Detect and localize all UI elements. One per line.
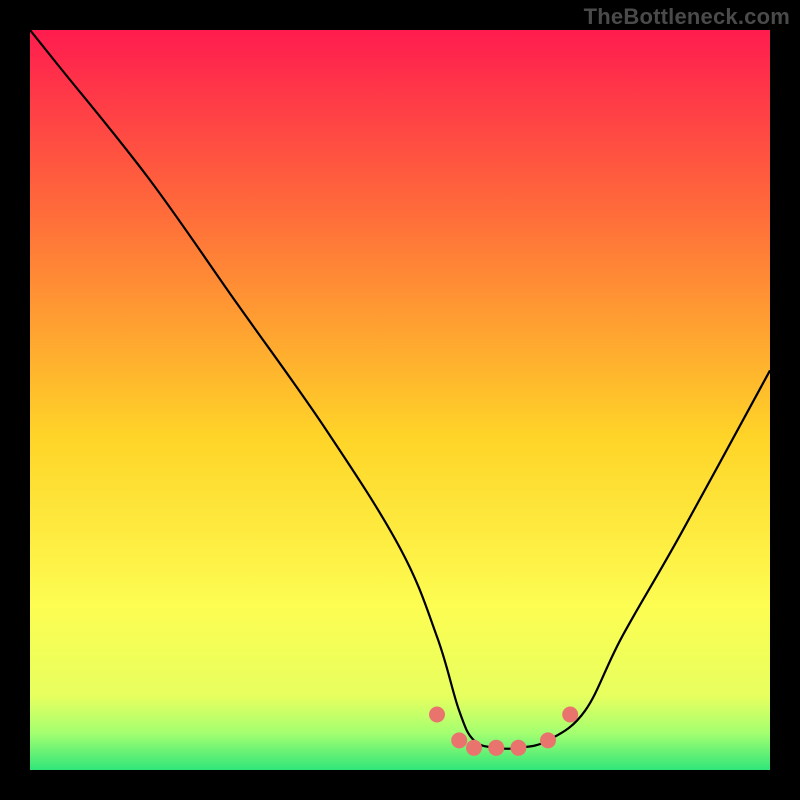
optimal-marker (540, 732, 556, 748)
watermark-text: TheBottleneck.com (584, 4, 790, 30)
bottleneck-curve (30, 30, 770, 749)
plot-area (30, 30, 770, 770)
optimal-marker (451, 732, 467, 748)
optimal-marker (488, 740, 504, 756)
chart-container: TheBottleneck.com (0, 0, 800, 800)
optimal-marker (429, 707, 445, 723)
curve-layer (30, 30, 770, 770)
optimal-marker (466, 740, 482, 756)
optimal-marker (562, 707, 578, 723)
optimal-marker-group (429, 707, 578, 756)
optimal-marker (510, 740, 526, 756)
